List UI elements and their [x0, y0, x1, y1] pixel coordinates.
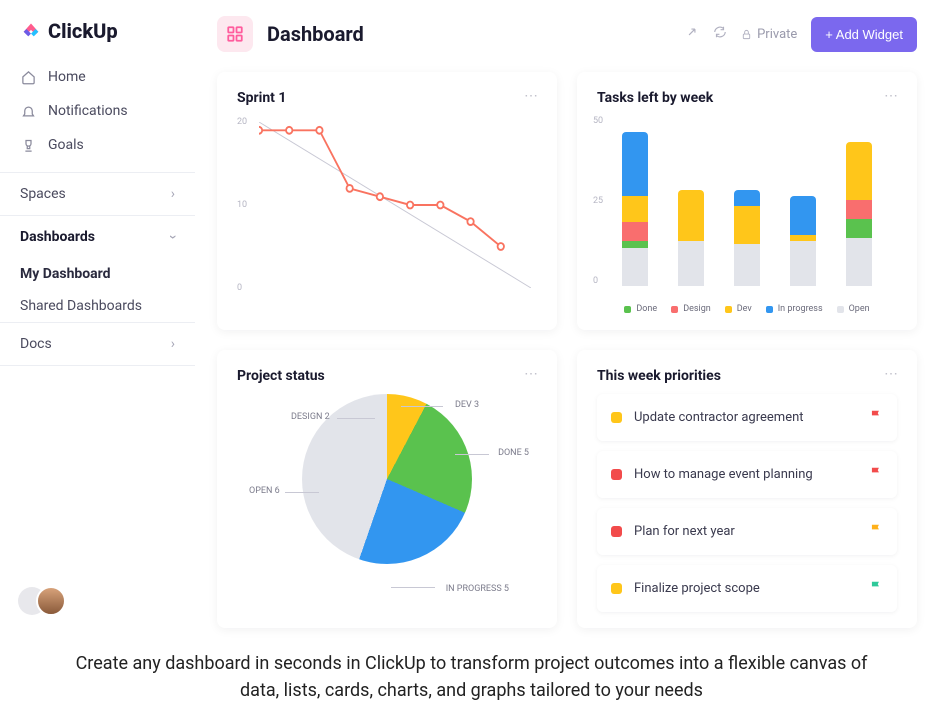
tasks-chart: 02550 — [597, 116, 897, 286]
widget-project-status: Project status ⋯ DESIGN 2 DEV 3 DONE 5 I… — [217, 350, 557, 628]
priority-label: How to manage event planning — [634, 467, 857, 482]
pie-label-done: DONE 5 — [498, 448, 529, 458]
priority-item[interactable]: Finalize project scope — [597, 565, 897, 612]
widget-grid: Sprint 1 ⋯ 01020 Tasks left by week — [217, 72, 917, 628]
brand-name: ClickUp — [48, 19, 118, 43]
widget-tasks-title: Tasks left by week — [597, 90, 897, 106]
priority-status-icon — [611, 412, 622, 423]
legend-dev-label: Dev — [737, 304, 752, 314]
avatar — [36, 586, 66, 616]
bar — [790, 196, 816, 286]
docs-label: Docs — [20, 336, 52, 352]
nav-goals-label: Goals — [48, 137, 84, 153]
home-icon — [20, 69, 36, 85]
priorities-list: Update contractor agreement How to manage… — [597, 394, 897, 612]
flag-icon[interactable] — [869, 408, 883, 427]
priority-item[interactable]: How to manage event planning — [597, 451, 897, 498]
nav-notifications[interactable]: Notifications — [0, 94, 195, 128]
sidebar-item-shared-dashboards[interactable]: Shared Dashboards — [0, 290, 195, 322]
legend-inprogress-label: In progress — [778, 304, 823, 314]
priority-item[interactable]: Plan for next year — [597, 508, 897, 555]
legend-item-in-progress: In progress — [766, 304, 823, 314]
header-actions: Private + Add Widget — [685, 17, 917, 52]
legend-done-label: Done — [636, 304, 657, 314]
bar — [846, 142, 872, 286]
legend-design-label: Design — [683, 304, 711, 314]
flag-icon[interactable] — [869, 522, 883, 541]
lock-icon — [741, 29, 752, 40]
status-pie: DESIGN 2 DEV 3 DONE 5 IN PROGRESS 5 OPEN… — [237, 394, 537, 594]
add-widget-button[interactable]: + Add Widget — [811, 17, 917, 52]
spaces-label: Spaces — [20, 186, 66, 202]
legend-item-design: Design — [671, 304, 711, 314]
priority-item[interactable]: Update contractor agreement — [597, 394, 897, 441]
widget-priorities-title: This week priorities — [597, 368, 897, 384]
privacy-indicator[interactable]: Private — [741, 27, 797, 42]
nav-home-label: Home — [48, 69, 86, 85]
docs-section[interactable]: Docs › — [0, 322, 195, 366]
priority-label: Update contractor agreement — [634, 410, 857, 425]
dashboards-section[interactable]: Dashboards › — [0, 215, 195, 258]
widget-menu-icon[interactable]: ⋯ — [524, 88, 539, 104]
user-avatars[interactable] — [0, 366, 195, 616]
priority-label: Finalize project scope — [634, 581, 857, 596]
legend-open-label: Open — [849, 304, 870, 314]
clickup-logo-icon — [20, 18, 42, 44]
flag-icon[interactable] — [869, 465, 883, 484]
refresh-icon[interactable] — [713, 25, 727, 43]
widget-menu-icon[interactable]: ⋯ — [884, 366, 899, 382]
priority-status-icon — [611, 526, 622, 537]
widget-menu-icon[interactable]: ⋯ — [884, 88, 899, 104]
nav-goals[interactable]: Goals — [0, 128, 195, 162]
sidebar-item-my-dashboard[interactable]: My Dashboard — [0, 258, 195, 290]
pie-label-design: DESIGN 2 — [291, 412, 330, 422]
bar — [678, 190, 704, 286]
pie-label-dev: DEV 3 — [455, 400, 479, 410]
chevron-right-icon: › — [171, 336, 175, 352]
page-caption: Create any dashboard in seconds in Click… — [0, 628, 943, 728]
app-root: ClickUp Home Notifications Goals Spaces … — [0, 0, 943, 628]
dashboard-icon — [217, 16, 253, 52]
sprint-chart: 01020 — [237, 116, 537, 306]
tasks-legend: Done Design Dev In progress Open — [597, 304, 897, 314]
expand-icon[interactable] — [685, 25, 699, 43]
nav-notifications-label: Notifications — [48, 103, 128, 119]
widget-sprint: Sprint 1 ⋯ 01020 — [217, 72, 557, 330]
priority-status-icon — [611, 469, 622, 480]
pie-label-open: OPEN 6 — [249, 486, 280, 496]
dashboards-label: Dashboards — [20, 229, 95, 245]
sidebar: ClickUp Home Notifications Goals Spaces … — [0, 0, 195, 628]
priority-status-icon — [611, 583, 622, 594]
nav-home[interactable]: Home — [0, 60, 195, 94]
pie-label-in-progress: IN PROGRESS 5 — [446, 584, 509, 594]
flag-icon[interactable] — [869, 579, 883, 598]
bar — [622, 132, 648, 286]
legend-item-done: Done — [624, 304, 657, 314]
widget-status-title: Project status — [237, 368, 537, 384]
spaces-section[interactable]: Spaces › — [0, 172, 195, 215]
header: Dashboard Private + Add Widget — [217, 16, 917, 52]
logo[interactable]: ClickUp — [0, 18, 195, 60]
page-title: Dashboard — [267, 22, 671, 46]
main-content: Dashboard Private + Add Widget Sprint 1 … — [195, 0, 943, 628]
widget-sprint-title: Sprint 1 — [237, 90, 537, 106]
bell-icon — [20, 103, 36, 119]
bar — [734, 190, 760, 286]
widget-priorities: This week priorities ⋯ Update contractor… — [577, 350, 917, 628]
privacy-label: Private — [757, 27, 797, 42]
legend-item-open: Open — [837, 304, 870, 314]
widget-tasks: Tasks left by week ⋯ 02550 Done Design D… — [577, 72, 917, 330]
chevron-right-icon: › — [171, 186, 175, 202]
priority-label: Plan for next year — [634, 524, 857, 539]
chevron-down-icon: › — [165, 235, 181, 239]
trophy-icon — [20, 137, 36, 153]
widget-menu-icon[interactable]: ⋯ — [524, 366, 539, 382]
legend-item-dev: Dev — [725, 304, 752, 314]
